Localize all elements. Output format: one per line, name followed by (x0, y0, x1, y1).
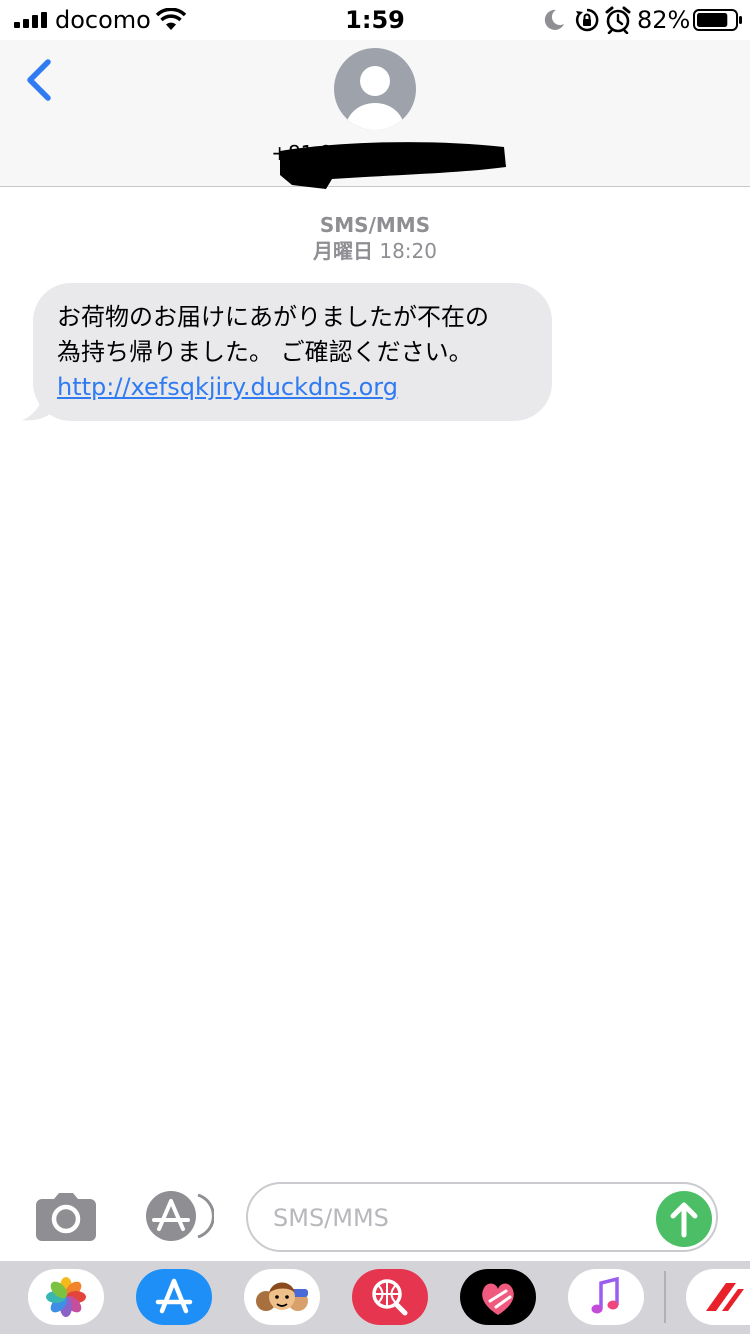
app-memoji[interactable] (244, 1269, 320, 1325)
memoji-icon (256, 1282, 308, 1311)
app-airline[interactable] (686, 1269, 750, 1325)
music-icon (591, 1276, 619, 1314)
app-store-icon (155, 1278, 193, 1314)
rotation-lock-icon (575, 8, 599, 32)
do-not-disturb-moon-icon (544, 9, 564, 30)
alarm-icon (605, 6, 631, 34)
message-link[interactable]: http://xefsqkjiry.duckdns.org (57, 370, 542, 405)
message-input[interactable] (273, 1200, 643, 1236)
app-digital-touch[interactable] (460, 1269, 536, 1325)
arrow-up-icon (670, 1202, 698, 1238)
message-bubble-incoming[interactable]: お荷物のお届けにあがりましたが不在の 為持ち帰りました。 ご確認ください。 ht… (33, 283, 552, 421)
app-store-icon[interactable] (140, 1191, 214, 1241)
message-time: 18:20 (379, 239, 437, 263)
message-text-line: お荷物のお届けにあがりましたが不在の (57, 303, 489, 331)
send-button[interactable] (656, 1191, 712, 1247)
redaction-scribble (280, 142, 506, 189)
web-search-icon (372, 1279, 408, 1316)
message-text-line: 為持ち帰りました。 ご確認ください。 (57, 338, 473, 366)
app-web-search[interactable] (352, 1269, 428, 1325)
airline-icon (706, 1283, 744, 1311)
conversation-meta: SMS/MMS 月曜日 18:20 (0, 213, 750, 265)
person-silhouette-icon (346, 66, 404, 130)
chevron-left-icon[interactable] (22, 56, 54, 104)
app-photos[interactable] (28, 1269, 104, 1325)
contact-avatar[interactable] (334, 48, 416, 130)
message-input-field[interactable] (246, 1182, 718, 1252)
app-drawer (0, 1261, 750, 1334)
service-label: SMS/MMS (319, 213, 431, 237)
status-bar: docomo 1:59 82% (0, 0, 750, 40)
message-timestamp: 月曜日 18:20 (0, 237, 750, 265)
app-music[interactable] (568, 1269, 644, 1325)
battery-icon (693, 9, 742, 31)
message-day: 月曜日 (313, 239, 373, 263)
photos-icon (46, 1277, 86, 1317)
camera-icon[interactable] (34, 1191, 98, 1241)
drawer-divider (664, 1271, 666, 1323)
digital-touch-heart-icon (482, 1283, 514, 1315)
app-app-store[interactable] (136, 1269, 212, 1325)
battery-percent: 82% (637, 6, 691, 34)
conversation-header: +81 90 2 2 1 1 4 2 0 (0, 40, 750, 189)
